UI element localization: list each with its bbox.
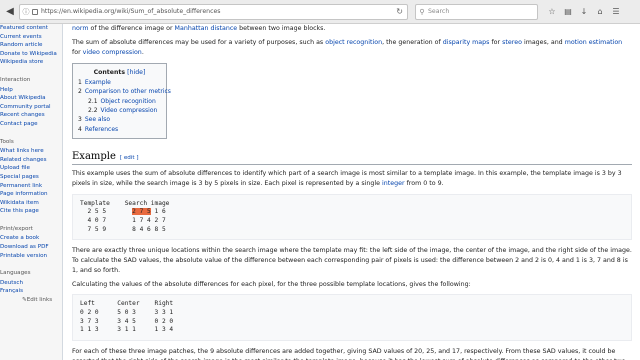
sidebar-item-create-book[interactable]: Create a book <box>0 234 62 243</box>
sidebar-item-contact[interactable]: Contact page <box>0 120 62 129</box>
sidebar: Featured content Current events Random a… <box>0 24 62 360</box>
sidebar-item-what-links[interactable]: What links here <box>0 147 62 156</box>
code-block-differences: Left Center Right 0 2 0 5 0 3 3 3 1 3 7 … <box>72 294 632 341</box>
example-paragraph-2: There are exactly three unique locations… <box>72 247 632 274</box>
sidebar-item-permanent-link[interactable]: Permanent link <box>0 182 62 191</box>
toc-item-comparison[interactable]: 2 Comparison to other metrics <box>78 87 171 96</box>
search-input[interactable]: ⚲ Search <box>415 3 538 20</box>
magnifier-icon: ⚲ <box>419 7 425 16</box>
table-of-contents: Contents [hide] 1 Example 2 Comparison to … <box>72 63 171 140</box>
example-paragraph-4: For each of these three image patches, t… <box>72 347 625 360</box>
sidebar-item-random[interactable]: Random article <box>0 41 62 50</box>
toc-hide-toggle[interactable]: [hide] <box>127 69 145 76</box>
section-heading-example: Example[ edit ] <box>72 151 632 166</box>
link-disparity-maps[interactable]: disparity maps <box>443 39 490 46</box>
toc-item-see-also[interactable]: 3 See also <box>78 115 161 124</box>
info-icon[interactable]: ⓘ <box>20 7 32 17</box>
grid-row: 0 2 0 5 0 3 3 3 1 <box>80 308 174 316</box>
reload-icon[interactable]: ↻ <box>396 7 403 16</box>
sidebar-heading-tools: Tools <box>0 138 14 145</box>
browser-toolbar: ◀ ⓘ https://en.wikipedia.org/wiki/Sum_of… <box>0 0 640 24</box>
grid-header: Template Search image <box>80 199 170 207</box>
link-stereo[interactable]: stereo <box>502 39 522 46</box>
menu-icon[interactable]: ☰ <box>608 4 624 20</box>
toc-item-example[interactable]: 1 Example <box>78 78 161 87</box>
grid-row: 2 5 5 <box>80 208 133 216</box>
grid-header: Left Center Right <box>80 300 174 308</box>
link-motion-estimation[interactable]: motion estimation <box>565 39 622 46</box>
sidebar-item-current-events[interactable]: Current events <box>0 33 62 42</box>
link-norm[interactable]: norm <box>72 25 88 32</box>
sidebar-item-store[interactable]: Wikipedia store <box>0 58 62 67</box>
reading-list-icon[interactable]: ▤ <box>560 4 576 20</box>
highlighted-selection: 2 7 5 <box>132 208 151 216</box>
intro-line: norm of the difference image or Manhatta… <box>72 25 326 32</box>
sidebar-item-lang-fr[interactable]: Français <box>0 287 62 296</box>
lock-icon <box>32 8 38 15</box>
sidebar-group-main: Featured content Current events Random a… <box>0 24 62 67</box>
url-text[interactable]: https://en.wikipedia.org/wiki/Sum_of_abs… <box>41 8 221 15</box>
sidebar-item-recent-changes[interactable]: Recent changes <box>0 111 62 120</box>
sidebar-item-donate[interactable]: Donate to Wikipedia <box>0 50 62 59</box>
sidebar-item-printable[interactable]: Printable version <box>0 252 62 261</box>
sidebar-item-wikidata[interactable]: Wikidata item <box>0 199 62 208</box>
sidebar-item-upload[interactable]: Upload file <box>0 164 62 173</box>
toc-item-references[interactable]: 4 References <box>78 125 161 134</box>
sidebar-item-about[interactable]: About Wikipedia <box>0 94 62 103</box>
sidebar-heading-interaction: Interaction <box>0 76 31 83</box>
sidebar-item-special-pages[interactable]: Special pages <box>0 173 62 182</box>
sidebar-heading-languages: Languages <box>0 270 31 277</box>
sidebar-item-related-changes[interactable]: Related changes <box>0 156 62 165</box>
example-paragraph-1: This example uses the sum of absolute di… <box>72 170 622 188</box>
example-paragraph-3: Calculating the values of the absolute d… <box>72 280 471 288</box>
grid-row: 4 0 7 1 7 4 2 7 <box>80 217 166 225</box>
sidebar-item-help[interactable]: Help <box>0 86 62 95</box>
sidebar-item-page-info[interactable]: Page information <box>0 190 62 199</box>
toc-item-video-compression[interactable]: 2.2 Video compression <box>78 106 161 115</box>
sidebar-item-community[interactable]: Community portal <box>0 103 62 112</box>
section-edit-link[interactable]: [ edit ] <box>120 155 139 161</box>
address-bar[interactable]: ⓘ https://en.wikipedia.org/wiki/Sum_of_a… <box>19 3 408 20</box>
intro-paragraph: The sum of absolute differences may be u… <box>72 38 623 56</box>
sidebar-heading-print: Print/export <box>0 225 33 232</box>
edit-links-button[interactable]: ✎Edit links <box>22 296 62 305</box>
grid-row: 1 1 3 3 1 1 1 3 4 <box>80 326 174 334</box>
article-content: norm of the difference image or Manhatta… <box>62 24 640 360</box>
sidebar-item-download-pdf[interactable]: Download as PDF <box>0 243 62 252</box>
toc-item-object-recognition[interactable]: 2.1 Object recognition <box>78 97 161 106</box>
back-arrow-icon[interactable]: ◀ <box>3 5 17 19</box>
search-placeholder: Search <box>428 8 450 15</box>
home-icon[interactable]: ⌂ <box>592 4 608 20</box>
link-manhattan-distance[interactable]: Manhattan distance <box>175 25 238 32</box>
toc-title: Contents [hide] <box>93 69 146 77</box>
sidebar-item-cite[interactable]: Cite this page <box>0 207 62 216</box>
link-object-recognition[interactable]: object recognition <box>325 39 382 46</box>
star-icon[interactable]: ☆ <box>544 4 560 20</box>
link-video-compression[interactable]: video compression <box>83 49 142 56</box>
grid-row: 3 7 3 3 4 5 0 2 0 <box>80 317 174 325</box>
download-icon[interactable]: ↓ <box>576 4 592 20</box>
grid-row: 7 5 9 8 4 6 8 5 <box>80 225 166 233</box>
sidebar-item-lang-de[interactable]: Deutsch <box>0 279 62 288</box>
code-block-template-search: Template Search image 2 5 5 2 7 5 1 6 4 … <box>72 193 632 241</box>
link-integer[interactable]: integer <box>382 180 405 187</box>
sidebar-item-featured[interactable]: Featured content <box>0 24 62 33</box>
